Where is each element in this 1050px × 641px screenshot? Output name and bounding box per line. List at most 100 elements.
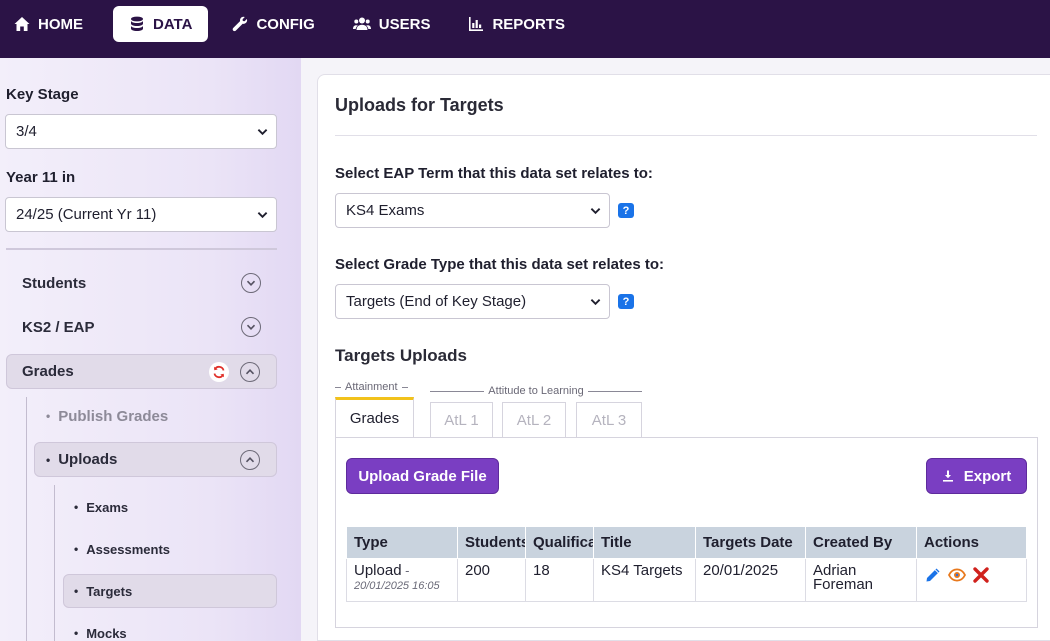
home-icon [14,16,38,32]
tab-group-label: Attitude to Learning [488,385,584,397]
sidebar-item-students[interactable]: Students [6,266,277,300]
nav-reports-label: REPORTS [492,15,565,33]
sidebar: Key Stage 3/4 Year 11 in 24/25 (Current … [0,58,301,641]
key-stage-value: 3/4 [16,123,37,140]
cell-targets-date: 20/01/2025 [695,558,806,602]
view-icon[interactable] [948,566,966,584]
tree-line [26,397,27,641]
bullet-icon: • [74,584,79,598]
nav-home[interactable]: HOME [6,6,97,42]
upload-timestamp: 20/01/2025 16:05 [354,580,440,592]
nav-users[interactable]: USERS [345,6,445,42]
sidebar-divider [6,248,277,250]
column-header-qualifications[interactable]: Qualifications [525,526,594,559]
column-header-title[interactable]: Title [593,526,696,559]
tab-atl-3[interactable]: AtL 3 [576,402,642,437]
uploads-table: Type Students Qualifications Title Targe… [346,526,1027,602]
row-actions [924,564,1019,584]
term-value: KS4 Exams [346,202,425,219]
term-select[interactable]: KS4 Exams [335,193,610,228]
year-select[interactable]: 24/25 (Current Yr 11) [5,197,277,232]
sidebar-item-label: Students [22,274,87,292]
chevron-down-icon [590,298,601,305]
bullet-icon: • [46,452,51,467]
sidebar-item-publish-grades[interactable]: • Publish Grades [46,406,168,426]
grade-type-select[interactable]: Targets (End of Key Stage) [335,284,610,319]
tab-group-label: Attainment [345,381,398,393]
upload-grade-file-button[interactable]: Upload Grade File [346,458,499,494]
key-stage-select[interactable]: 3/4 [5,114,277,149]
chevron-up-icon[interactable] [240,450,260,470]
column-header-type[interactable]: Type [346,526,458,559]
bullet-icon: • [74,542,79,556]
refresh-icon[interactable] [209,362,229,382]
nav-config-label: CONFIG [256,15,315,33]
chevron-down-icon[interactable] [241,273,261,293]
sidebar-item-label: Targets [86,583,133,599]
column-header-created-by[interactable]: Created By [805,526,917,559]
cell-actions [916,558,1027,602]
tab-panel-grades: Upload Grade File Export Type Students Q… [335,437,1038,628]
type-value: Upload [354,562,402,579]
year-label: Year 11 in [6,169,76,186]
help-icon[interactable]: ? [618,294,634,309]
tab-group-atl: Attitude to Learning [430,385,642,397]
sidebar-item-label: Mocks [86,625,127,641]
sidebar-item-label: Uploads [58,451,118,468]
tab-grades[interactable]: Grades [335,397,414,437]
download-icon [942,470,953,482]
sidebar-item-label: Exams [86,499,129,515]
term-label: Select EAP Term that this data set relat… [335,165,653,182]
bullet-icon: • [46,409,51,423]
title-divider [335,135,1037,136]
sidebar-item-assessments[interactable]: • Assessments [74,540,170,558]
sidebar-item-grades[interactable]: Grades [6,354,277,389]
sidebar-item-ks2-eap[interactable]: KS2 / EAP [6,310,277,344]
column-header-students[interactable]: Students [457,526,526,559]
chevron-up-icon[interactable] [240,362,260,382]
sidebar-item-label: Grades [22,363,74,380]
help-icon[interactable]: ? [618,203,634,218]
chevron-down-icon [257,211,268,218]
nav-data[interactable]: DATA [113,6,209,42]
chevron-down-icon[interactable] [241,317,261,337]
cell-type: Upload - 20/01/2025 16:05 [346,558,458,602]
column-header-targets-date[interactable]: Targets Date [695,526,806,559]
sidebar-item-mocks[interactable]: • Mocks [74,624,127,641]
nav-config[interactable]: CONFIG [224,6,328,42]
edit-icon[interactable] [924,566,942,584]
cell-qualifications: 18 [525,558,594,602]
sidebar-item-exams[interactable]: • Exams [74,498,128,516]
nav-users-label: USERS [378,15,431,33]
column-header-actions: Actions [916,526,1027,559]
delete-icon[interactable] [972,566,990,584]
tree-line [54,485,55,641]
sidebar-item-label: KS2 / EAP [22,318,95,336]
key-stage-label: Key Stage [6,86,79,103]
users-icon [352,16,379,32]
grade-type-value: Targets (End of Key Stage) [346,293,527,310]
page-title: Uploads for Targets [335,95,504,115]
tab-group-attainment: Attainment [335,381,413,393]
upload-button-label: Upload Grade File [358,467,487,485]
export-button[interactable]: Export [926,458,1027,494]
type-separator: - [401,563,410,578]
tab-atl-1[interactable]: AtL 1 [430,402,493,437]
chevron-down-icon [590,207,601,214]
table-row: Upload - 20/01/2025 16:05 200 18 KS4 Tar… [346,558,1027,602]
cell-title: KS4 Targets [593,558,696,602]
chevron-down-icon [257,128,268,135]
sidebar-item-uploads[interactable]: • Uploads [34,442,277,477]
top-nav: HOME DATA CONFIG USERS REPORTS [0,0,1050,58]
sidebar-item-label: Assessments [86,541,171,557]
sidebar-item-targets[interactable]: • Targets [63,574,277,608]
nav-home-label: HOME [38,15,83,33]
sidebar-item-label: Publish Grades [58,407,169,425]
table-header-row: Type Students Qualifications Title Targe… [346,526,1027,559]
wrench-icon [232,16,256,32]
database-icon [129,16,153,32]
tab-atl-2[interactable]: AtL 2 [502,402,566,437]
grade-type-label: Select Grade Type that this data set rel… [335,256,664,273]
nav-reports[interactable]: REPORTS [460,6,579,42]
cell-students: 200 [457,558,526,602]
